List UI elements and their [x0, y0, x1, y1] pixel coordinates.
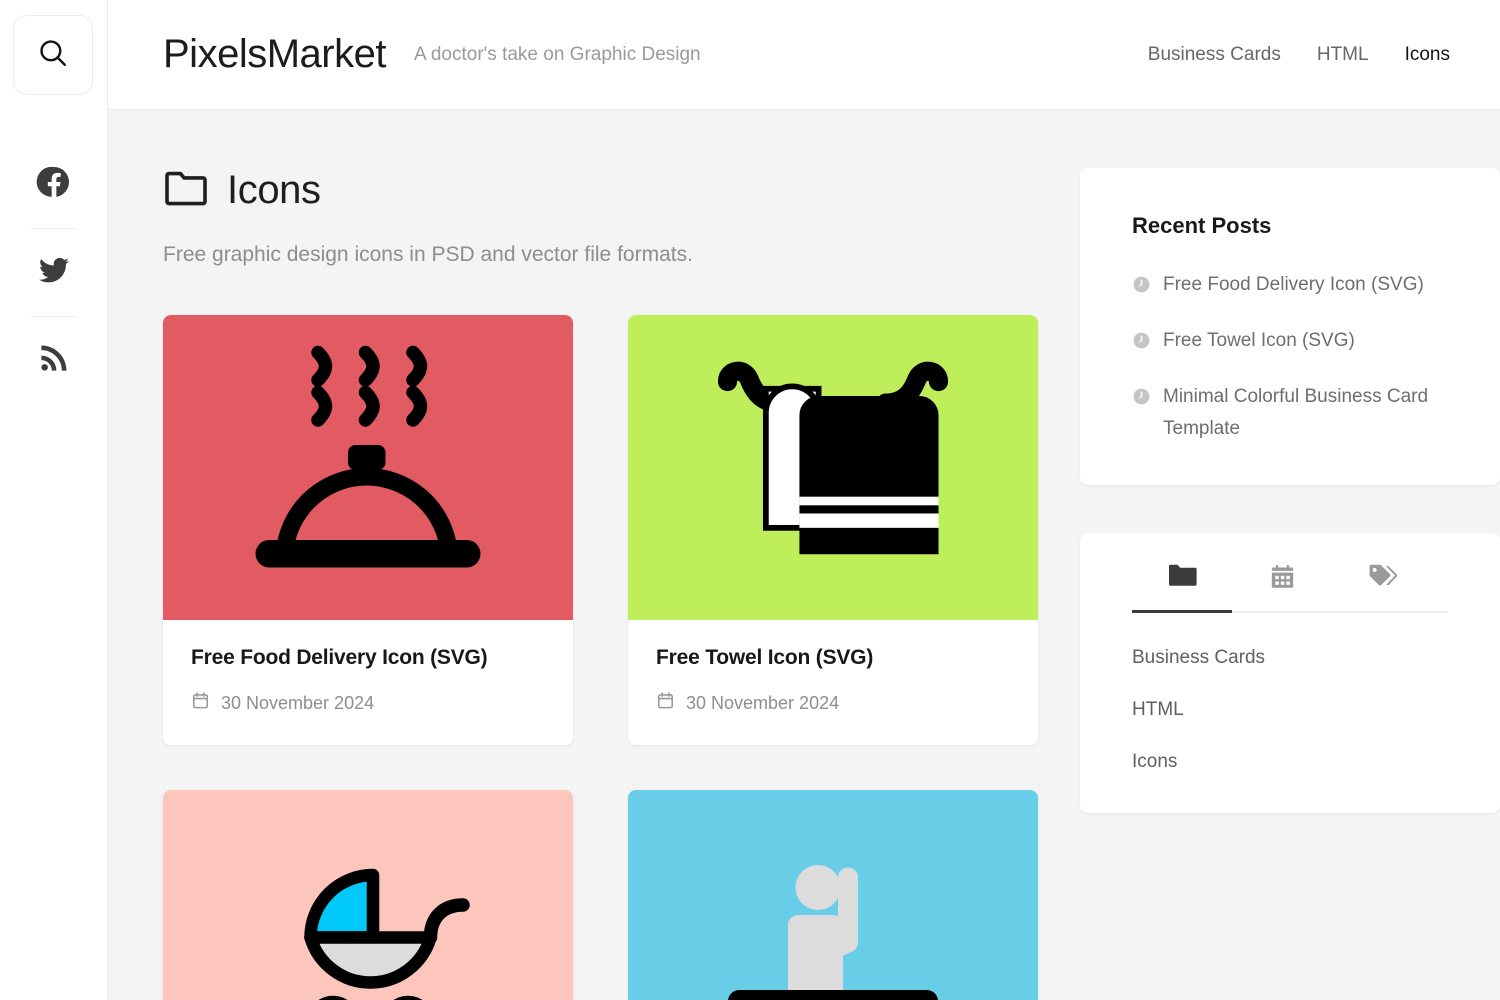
post-card-body: Free Food Delivery Icon (SVG) 30 Novembe…	[163, 620, 573, 745]
calendar-icon	[656, 691, 675, 715]
recent-post-item[interactable]: Free Towel Icon (SVG)	[1132, 325, 1452, 357]
post-card[interactable]: Free Towel Icon (SVG) 30 November 2024	[628, 315, 1038, 745]
post-card[interactable]: Free Food Delivery Icon (SVG) 30 Novembe…	[163, 315, 573, 745]
post-meta: 30 November 2024	[191, 691, 545, 715]
taxonomy-item-icons[interactable]: Icons	[1132, 751, 1448, 773]
post-thumbnail[interactable]	[163, 790, 573, 1000]
recent-post-item[interactable]: Free Food Delivery Icon (SVG)	[1132, 269, 1452, 301]
tab-strip-filler	[1432, 563, 1448, 613]
nav-link-business-cards[interactable]: Business Cards	[1148, 44, 1281, 66]
post-title[interactable]: Free Towel Icon (SVG)	[656, 646, 1010, 670]
site-header: PixelsMarket A doctor's take on Graphic …	[108, 0, 1500, 110]
folder-icon	[163, 169, 209, 212]
search-icon	[36, 36, 70, 75]
social-link-twitter[interactable]	[0, 228, 108, 316]
post-date: 30 November 2024	[221, 692, 375, 713]
tab-archives[interactable]	[1232, 563, 1332, 613]
tab-categories[interactable]	[1132, 563, 1232, 613]
baby-stroller-icon	[243, 815, 493, 1000]
tags-icon	[1367, 563, 1398, 594]
recent-posts-list: Free Food Delivery Icon (SVG) Free Towel…	[1132, 269, 1452, 445]
post-meta: 30 November 2024	[656, 691, 1010, 715]
calendar-icon	[191, 691, 210, 715]
main-column: Icons Free graphic design icons in PSD a…	[108, 110, 1042, 1000]
site-tagline: A doctor's take on Graphic Design	[413, 43, 701, 65]
taxonomy-tabs	[1080, 563, 1500, 613]
page-title: Icons	[227, 168, 321, 212]
search-button[interactable]	[13, 15, 93, 95]
main-nav: Business Cards HTML Icons	[1148, 44, 1450, 66]
towel-icon	[713, 348, 953, 588]
nav-link-html[interactable]: HTML	[1317, 44, 1369, 66]
post-card-grid: Free Food Delivery Icon (SVG) 30 Novembe…	[163, 315, 1042, 1000]
recent-post-label: Free Towel Icon (SVG)	[1163, 330, 1355, 351]
post-thumbnail[interactable]	[628, 790, 1038, 1000]
rss-icon	[37, 341, 71, 380]
content-area: Icons Free graphic design icons in PSD a…	[108, 110, 1500, 1000]
post-date: 30 November 2024	[686, 692, 840, 713]
post-card[interactable]	[163, 790, 573, 1000]
recent-posts-widget: Recent Posts Free Food Delivery Icon (SV…	[1080, 168, 1500, 485]
page-root: PixelsMarket A doctor's take on Graphic …	[0, 0, 1500, 1000]
taxonomy-item-business-cards[interactable]: Business Cards	[1132, 647, 1448, 669]
recent-post-label: Minimal Colorful Business Card Template	[1163, 386, 1429, 439]
folder-icon	[1167, 563, 1197, 592]
taxonomy-list: Business Cards HTML Icons	[1080, 613, 1500, 773]
taxonomy-widget: Business Cards HTML Icons	[1080, 533, 1500, 813]
tab-tags[interactable]	[1332, 563, 1432, 613]
site-brand[interactable]: PixelsMarket	[163, 32, 386, 77]
taxonomy-item-html[interactable]: HTML	[1132, 699, 1448, 721]
recent-post-label: Free Food Delivery Icon (SVG)	[1163, 274, 1424, 295]
post-card-body: Free Towel Icon (SVG) 30 November 2024	[628, 620, 1038, 745]
social-links	[0, 140, 108, 404]
left-rail	[0, 0, 108, 1000]
social-link-rss[interactable]	[0, 316, 108, 404]
post-card[interactable]	[628, 790, 1038, 1000]
post-thumbnail[interactable]	[163, 315, 573, 620]
post-title[interactable]: Free Food Delivery Icon (SVG)	[191, 646, 545, 670]
page-subtitle: Free graphic design icons in PSD and vec…	[163, 243, 693, 266]
clock-icon	[1132, 275, 1151, 299]
twitter-icon	[36, 252, 72, 293]
right-region: PixelsMarket A doctor's take on Graphic …	[108, 0, 1500, 1000]
food-cloche-icon	[243, 340, 493, 595]
trampoline-icon	[708, 815, 958, 1000]
facebook-icon	[36, 164, 72, 205]
post-thumbnail[interactable]	[628, 315, 1038, 620]
sidebar: Recent Posts Free Food Delivery Icon (SV…	[1042, 110, 1500, 1000]
recent-post-item[interactable]: Minimal Colorful Business Card Template	[1132, 381, 1452, 445]
calendar-icon	[1269, 563, 1296, 595]
social-link-facebook[interactable]	[0, 140, 108, 228]
clock-icon	[1132, 331, 1151, 355]
recent-posts-title: Recent Posts	[1132, 213, 1272, 238]
page-title-row: Icons	[163, 168, 1042, 213]
clock-icon	[1132, 387, 1151, 411]
nav-link-icons[interactable]: Icons	[1405, 44, 1450, 66]
